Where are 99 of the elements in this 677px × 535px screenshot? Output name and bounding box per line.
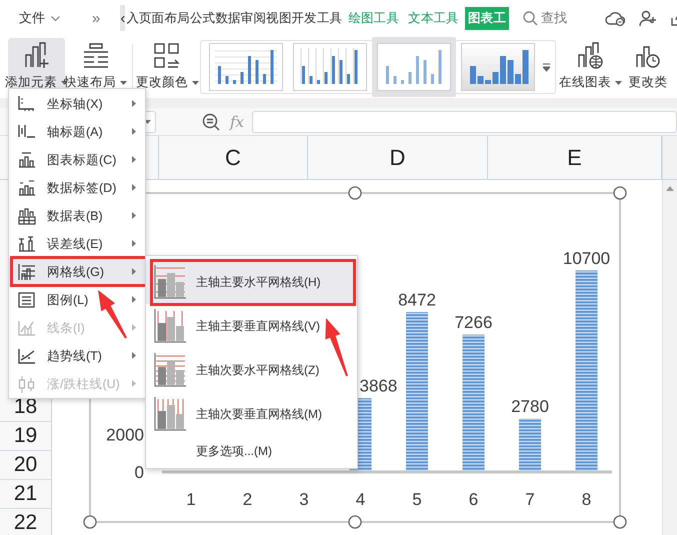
- data-label: 10700: [562, 248, 610, 268]
- submenu-item[interactable]: 主轴主要垂直网格线(V): [146, 304, 357, 348]
- add-user-icon[interactable]: [639, 10, 658, 26]
- submenu-item[interactable]: 主轴主要水平网格线(H): [146, 260, 357, 304]
- menu-item[interactable]: 趋势线(T): [9, 342, 145, 370]
- gridlines-chart-icon: [154, 397, 186, 431]
- submenu-arrow-icon: [132, 100, 136, 107]
- axis-label: 5: [412, 490, 422, 509]
- axis-label: 2000: [106, 426, 144, 445]
- data-label: 2780: [511, 397, 549, 416]
- caret-icon: [120, 80, 128, 84]
- submenu-arrow-icon: [132, 268, 136, 275]
- bar[interactable]: [519, 418, 541, 470]
- cloud-icon[interactable]: [605, 10, 626, 26]
- row-header[interactable]: 20: [0, 451, 51, 480]
- chart-thumbnail-icon: [292, 43, 367, 91]
- scroll-up-icon[interactable]: [666, 186, 674, 191]
- submenu-arrow-icon: [132, 296, 136, 303]
- menu-item[interactable]: 数据表(B): [9, 202, 145, 230]
- ribbon-tab[interactable]: 公式: [190, 6, 216, 30]
- bar[interactable]: [406, 312, 428, 470]
- axis-label: 4: [356, 490, 366, 509]
- ribbon-tab[interactable]: 入: [126, 6, 140, 30]
- submenu-arrow-icon: [132, 212, 136, 219]
- axis-label: 3: [299, 490, 309, 509]
- submenu-item[interactable]: 主轴次要垂直网格线(M): [146, 392, 357, 436]
- axis-label: 6: [468, 490, 478, 509]
- data-label: 7266: [454, 313, 492, 332]
- ribbon-tab[interactable]: 审阅: [240, 6, 266, 30]
- ribbon-tab[interactable]: 数据: [215, 6, 241, 30]
- submenu-item[interactable]: 主轴次要水平网格线(Z): [146, 348, 357, 392]
- data-label: 8472: [398, 290, 436, 310]
- dropdown-icon: [542, 62, 550, 72]
- online-chart-button[interactable]: 在线图表: [562, 38, 620, 98]
- row-header[interactable]: 22: [0, 509, 51, 535]
- data-label: 3868: [360, 376, 398, 396]
- ribbon-tab[interactable]: 开发工具: [291, 6, 342, 30]
- axis-label: 8: [582, 490, 592, 509]
- ribbon-tab[interactable]: 视图: [266, 6, 292, 30]
- gridlines-chart-icon: [154, 265, 186, 299]
- chart-thumbnail-icon: [208, 43, 283, 91]
- chart-thumbnail-icon: [376, 43, 451, 91]
- chart-style-option[interactable]: [372, 37, 456, 97]
- gridlines-chart-icon: [154, 309, 186, 343]
- gridlines-icon: [17, 263, 36, 281]
- bar[interactable]: [576, 270, 598, 470]
- resize-handle[interactable]: [348, 186, 362, 200]
- axis-label: 2: [242, 490, 252, 509]
- menu-item[interactable]: 误差线(E): [9, 230, 145, 258]
- line-chart-icon: [17, 319, 36, 337]
- column-header[interactable]: C: [159, 136, 308, 179]
- legend-icon: [17, 291, 36, 309]
- search-button[interactable]: 查找: [523, 9, 568, 27]
- submenu-arrow-icon: [132, 156, 136, 163]
- overflow-button[interactable]: »: [84, 10, 108, 26]
- submenu-arrow-icon: [132, 240, 136, 247]
- axis-icon: [17, 95, 36, 113]
- submenu-arrow-icon: [132, 128, 136, 135]
- candlestick-icon: [17, 375, 36, 393]
- row-header[interactable]: 21: [0, 480, 51, 509]
- axis-label: 7: [525, 490, 535, 509]
- data-label-icon: [17, 179, 36, 197]
- chart-title-icon: [17, 151, 36, 169]
- search-icon: [523, 10, 538, 26]
- menu-item[interactable]: 图例(L): [9, 286, 145, 314]
- resize-handle[interactable]: [613, 186, 627, 200]
- file-menu[interactable]: 文件: [19, 9, 60, 27]
- scrollbar[interactable]: [662, 180, 677, 535]
- submenu-arrow-icon: [132, 324, 136, 331]
- menu-item[interactable]: 轴标题(A): [9, 118, 145, 146]
- bar[interactable]: [462, 334, 484, 470]
- row-header[interactable]: 19: [0, 422, 51, 451]
- scroll-left-button[interactable]: ‹: [120, 5, 126, 31]
- zoom-icon[interactable]: [202, 112, 220, 130]
- callout-arrow: [98, 290, 127, 339]
- resize-handle[interactable]: [348, 515, 362, 529]
- change-type-button[interactable]: 更改类: [621, 38, 676, 98]
- callout-arrow: [325, 318, 348, 377]
- data-table-icon: [17, 207, 36, 225]
- submenu-arrow-icon: [132, 380, 136, 387]
- submenu-arrow-icon: [132, 184, 136, 191]
- axis-label: 0: [134, 463, 144, 482]
- ribbon-tab[interactable]: 页面布局: [139, 6, 190, 30]
- submenu-arrow-icon: [132, 352, 136, 359]
- menu-item[interactable]: 网格线(G): [9, 258, 145, 286]
- menu-item[interactable]: 图表标题(C): [9, 146, 145, 174]
- resize-handle[interactable]: [613, 515, 627, 529]
- error-bar-icon: [17, 235, 36, 253]
- formula-input[interactable]: [252, 110, 677, 132]
- resize-handle[interactable]: [83, 515, 97, 529]
- caret-icon: [192, 80, 199, 84]
- chart-thumbnail-icon: [460, 43, 535, 91]
- trendline-icon: [17, 347, 36, 365]
- column-header[interactable]: D: [308, 136, 488, 179]
- chevron-down-icon: [51, 16, 60, 20]
- axis-label: 1: [186, 490, 196, 509]
- menu-item[interactable]: 数据标签(D): [9, 174, 145, 202]
- gridlines-chart-icon: [154, 353, 186, 387]
- submenu-item[interactable]: 更多选项...(M): [146, 436, 357, 466]
